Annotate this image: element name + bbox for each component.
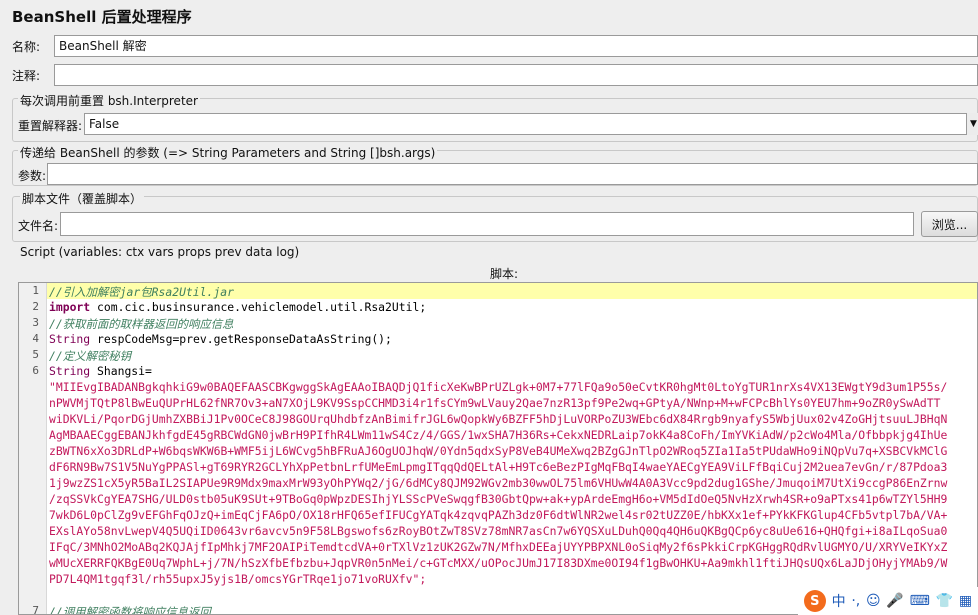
code-line: String Shangsi= [49,364,152,378]
code-line: //定义解密秘钥 [49,348,131,364]
code-token: nPWVMjTQtP8lBwEuQUPrHL62fNR7Ov3+aN7XOjL9… [49,396,941,410]
code-token: //获取前面的取样器返回的响应信息 [49,317,234,331]
code-token: IFqC/3MNhO2MoABq2KQJAjfIpMhkj7MF2OAIPiTe… [49,540,948,554]
emoji-icon[interactable]: ☺ [866,593,881,609]
name-field[interactable]: BeanShell 解密 [54,35,978,57]
filename-label: 文件名: [18,219,59,233]
ime-language-toggle[interactable]: 中 [832,591,846,611]
code-line: //引入加解密jar包Rsa2Util.jar [49,284,234,300]
code-line: //获取前面的取样器返回的响应信息 [49,316,234,332]
code-line: dF6RN9Bw7S1V5NuYgPPASl+gT69RYR2GCLYhXpPe… [49,460,947,474]
punctuation-icon[interactable]: ·, [851,593,860,609]
code-line: IFqC/3MNhO2MoABq2KQJAjfIpMhkj7MF2OAIPiTe… [49,540,947,554]
code-token: //调用解密函数将响应信息返回 [49,605,211,615]
line-number: 2 [32,300,39,313]
code-line: zBWTN6xXo3DRLdP+W6bqsWKW6B+WMF5ijL6WCvg5… [49,444,947,458]
chevron-down-icon[interactable]: ▼ [966,113,978,135]
line-number: 4 [32,332,39,345]
sogou-logo-icon[interactable]: S [803,590,826,612]
params-label: 参数: [18,169,47,183]
reset-interpreter-value: False [89,117,120,131]
comment-field[interactable] [54,64,978,86]
code-token: import [49,300,91,314]
script-editor[interactable]: 12345678 //引入加解密jar包Rsa2Util.jarimport c… [18,282,978,615]
code-line: import com.cic.businsurance.vehiclemodel… [49,300,426,314]
comment-label: 注释: [12,69,41,83]
code-token: //定义解密秘钥 [49,349,132,363]
script-editor-label: 脚本: [490,267,519,281]
reset-group-title: 每次调用前重置 bsh.Interpreter [18,92,200,109]
code-line: wMUcXERRFQKBgE0Uq7WphL+j/7N/hSzXfbEfbzbu… [49,556,947,570]
code-token: dF6RN9Bw7S1V5NuYgPPASl+gT69RYR2GCLYhXpPe… [49,460,948,474]
code-line: PD7L4QM1tgqf3l/rh55upxJ5yjs1B/omcsYGrTRq… [49,572,426,586]
code-line: 7wkD6L0pClZg9vEFGhFqOJzQ+imEqCjFA6pO/OX1… [49,508,947,522]
code-token: com.cic.businsurance.vehiclemodel.util.R… [90,300,427,314]
microphone-icon[interactable]: 🎤 [886,593,903,609]
code-line: wiDKVLi/PqorDGjUmhZXBBiJ1Pv0OCeC8J98GOUr… [49,412,947,426]
code-token: wiDKVLi/PqorDGjUmhZXBBiJ1Pv0OCeC8J98GOUr… [49,412,948,426]
params-group-title: 传递给 BeanShell 的参数 (=> String Parameters … [18,144,438,161]
code-line: AgMBAAECggEBANJkhfgdE45gRBCWdGN0jwBrH9PI… [49,428,947,442]
code-line: /zqSSVkCgYEA7SHG/ULD0stb05uK9SUt+9TBoGq0… [49,492,947,506]
code-token: String [49,332,91,346]
code-line: nPWVMjTQtP8lBwEuQUPrHL62fNR7Ov3+aN7XOjL9… [49,396,941,410]
code-token: AgMBAAECggEBANJkhfgdE45gRBCWdGN0jwBrH9PI… [49,428,948,442]
script-group-title: Script (variables: ctx vars props prev d… [20,245,300,259]
code-line: 1j9wzZS1cX5yR5BaIL2SIAPUe9R9Mdx9maxMrW93… [49,476,947,490]
name-label: 名称: [12,40,41,54]
ime-toolbar: S 中 ·, ☺ 🎤 ⌨ 👕 ▦ [798,587,978,615]
code-line: EXslAYo58nvLwepV4Q5UQiID0643vr6avcv5n9F5… [49,524,947,538]
code-line: String respCodeMsg=prev.getResponseDataA… [49,332,392,346]
params-field[interactable] [47,163,978,185]
code-token: 7wkD6L0pClZg9vEFGhFqOJzQ+imEqCjFA6pO/OX1… [49,508,948,522]
code-token: //引入加解密jar包Rsa2Util.jar [49,285,234,299]
file-group-title: 脚本文件（覆盖脚本） [20,190,145,207]
code-token: respCodeMsg=prev.getResponseDataAsString… [90,332,392,346]
shirt-icon[interactable]: 👕 [936,593,953,609]
code-token: /zqSSVkCgYEA7SHG/ULD0stb05uK9SUt+9TBoGq0… [49,492,948,506]
filename-field[interactable] [60,212,914,236]
browse-button[interactable]: 浏览... [921,211,978,237]
code-token: String [49,364,91,378]
line-number: 7 [32,604,39,615]
code-token: wMUcXERRFQKBgE0Uq7WphL+j/7N/hSzXfbEfbzbu… [49,556,948,570]
reset-interpreter-label: 重置解释器: [18,119,83,133]
code-token: zBWTN6xXo3DRLdP+W6bqsWKW6B+WMF5ijL6WCvg5… [49,444,948,458]
reset-interpreter-select[interactable]: False [84,113,978,135]
code-token: EXslAYo58nvLwepV4Q5UQiID0643vr6avcv5n9F5… [49,524,948,538]
line-number-gutter: 12345678 [19,283,47,614]
line-number: 5 [32,348,39,361]
grid-icon[interactable]: ▦ [959,593,972,609]
code-token: "MIIEvgIBADANBgkqhkiG9w0BAQEFAASCBKgwggS… [49,380,948,394]
page-title: BeanShell 后置处理程序 [12,8,192,26]
code-line: //调用解密函数将响应信息返回 [49,604,211,615]
line-number: 1 [32,284,39,297]
code-token: Shangsi= [90,364,152,378]
line-number: 3 [32,316,39,329]
code-line: "MIIEvgIBADANBgkqhkiG9w0BAQEFAASCBKgwggS… [49,380,947,394]
code-token: PD7L4QM1tgqf3l/rh55upxJ5yjs1B/omcsYGrTRq… [49,572,427,586]
line-number: 6 [32,364,39,377]
code-token: 1j9wzZS1cX5yR5BaIL2SIAPUe9R9Mdx9maxMrW93… [49,476,948,490]
keyboard-icon[interactable]: ⌨ [910,593,930,609]
